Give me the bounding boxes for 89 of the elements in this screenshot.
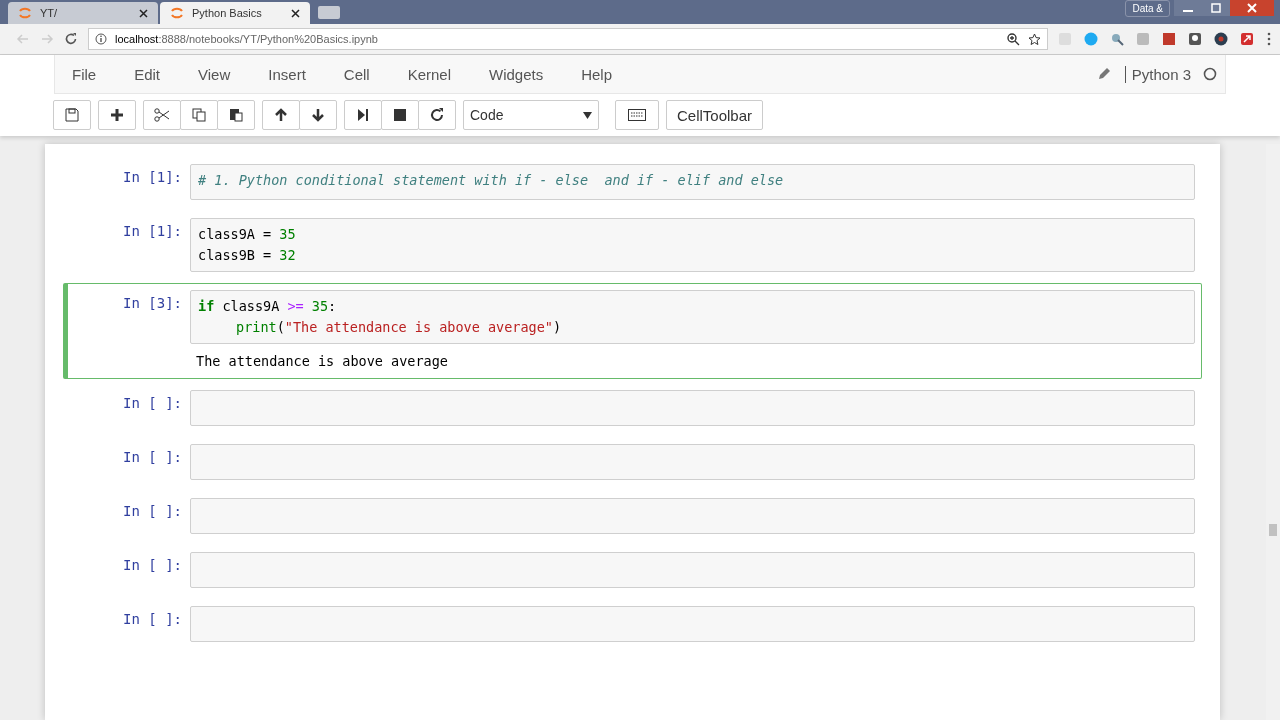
close-icon bbox=[1247, 3, 1257, 13]
code-line: class9B = 32 bbox=[198, 246, 297, 265]
keyboard-button[interactable] bbox=[615, 100, 659, 130]
restart-icon bbox=[430, 108, 444, 122]
maximize-icon bbox=[1211, 3, 1221, 13]
extension-icon[interactable] bbox=[1188, 32, 1202, 46]
code-input[interactable] bbox=[190, 552, 1195, 588]
cut-button[interactable] bbox=[143, 100, 181, 130]
kernel-name: Python 3 bbox=[1124, 65, 1191, 83]
code-input[interactable]: # 1. Python conditional statement with if - else and if - elif and else bbox=[190, 164, 1195, 200]
menu-icon[interactable] bbox=[1266, 32, 1272, 46]
browser-tab[interactable]: YT/ bbox=[8, 2, 158, 24]
stop-icon bbox=[393, 108, 407, 122]
move-down-button[interactable] bbox=[299, 100, 337, 130]
selected-cell[interactable]: In [3]: if class9A >= 35: print("The attendance is above average") The attendance is above average bbox=[63, 283, 1202, 379]
extension-icon[interactable] bbox=[1162, 32, 1176, 46]
zoom-icon[interactable] bbox=[1007, 32, 1020, 46]
notebook-cell[interactable]: In [ ]: bbox=[63, 383, 1202, 433]
step-forward-icon bbox=[356, 108, 370, 122]
arrow-down-icon bbox=[311, 108, 325, 122]
jupyter-icon bbox=[18, 6, 32, 20]
menu-item[interactable]: Insert bbox=[268, 65, 306, 83]
notebook-cell[interactable]: In [ ]: bbox=[63, 437, 1202, 487]
code-line: # 1. Python conditional statement with if - else and if - elif and else bbox=[198, 171, 785, 190]
code-input[interactable]: class9A = 35 class9B = 32 bbox=[190, 218, 1195, 272]
scissors-icon bbox=[154, 108, 170, 122]
keyboard-icon bbox=[628, 109, 646, 121]
input-prompt: In [ ]: bbox=[122, 556, 183, 573]
browser-tab[interactable]: Python Basics bbox=[160, 2, 310, 24]
code-input[interactable] bbox=[190, 606, 1195, 642]
input-prompt: In [ ]: bbox=[122, 610, 183, 627]
profile-button[interactable]: Data & bbox=[1125, 0, 1170, 17]
input-prompt: In [ ]: bbox=[122, 448, 183, 465]
notebook-cell[interactable]: In [ ]: bbox=[63, 545, 1202, 595]
paste-icon bbox=[229, 108, 243, 122]
menu-item[interactable]: Help bbox=[581, 65, 613, 83]
code-line: class9A = 35 bbox=[198, 225, 297, 244]
save-icon bbox=[65, 108, 79, 122]
menu-item[interactable]: View bbox=[198, 65, 231, 83]
insert-cell-button[interactable] bbox=[98, 100, 136, 130]
plus-icon bbox=[110, 108, 124, 122]
copy-icon bbox=[192, 108, 206, 122]
move-up-button[interactable] bbox=[262, 100, 300, 130]
save-button[interactable] bbox=[53, 100, 91, 130]
menu-item[interactable]: File bbox=[72, 65, 97, 83]
code-input[interactable] bbox=[190, 498, 1195, 534]
close-button[interactable] bbox=[1230, 0, 1274, 16]
restart-button[interactable] bbox=[418, 100, 456, 130]
jupyter-icon bbox=[170, 6, 184, 20]
arrow-up-icon bbox=[274, 108, 288, 122]
notebook-cell[interactable]: In [1]: class9A = 35 class9B = 32 bbox=[63, 211, 1202, 279]
paste-button[interactable] bbox=[217, 100, 255, 130]
input-prompt: In [1]: bbox=[122, 168, 183, 185]
code-input[interactable]: if class9A >= 35: print("The attendance is above average") bbox=[190, 290, 1195, 344]
reload-icon[interactable] bbox=[64, 32, 78, 46]
kernel-status-icon bbox=[1203, 67, 1217, 81]
notebook-cell[interactable]: In [ ]: bbox=[63, 599, 1202, 649]
close-icon[interactable] bbox=[291, 8, 300, 18]
code-input[interactable] bbox=[190, 444, 1195, 480]
run-button[interactable] bbox=[344, 100, 382, 130]
notebook-cell[interactable]: In [1]: # 1. Python conditional statement with if - else and if - elif and else bbox=[63, 157, 1202, 207]
code-line: if class9A >= 35: bbox=[198, 297, 338, 316]
cell-output: The attendance is above average bbox=[196, 353, 448, 369]
star-icon[interactable] bbox=[1028, 32, 1041, 46]
input-prompt: In [ ]: bbox=[122, 502, 183, 519]
cell-type-dropdown[interactable]: Code bbox=[463, 100, 599, 130]
stop-button[interactable] bbox=[381, 100, 419, 130]
input-prompt: In [3]: bbox=[122, 294, 183, 311]
pencil-icon[interactable] bbox=[1096, 67, 1111, 81]
menu-item[interactable]: Widgets bbox=[489, 65, 544, 83]
extension-icon[interactable] bbox=[1214, 32, 1228, 46]
code-input[interactable] bbox=[190, 390, 1195, 426]
minimize-icon bbox=[1183, 10, 1193, 12]
code-line: print("The attendance is above average") bbox=[235, 318, 563, 337]
extension-icon[interactable] bbox=[1110, 32, 1124, 46]
extension-icon[interactable] bbox=[1240, 32, 1254, 46]
notebook-cell[interactable]: In [ ]: bbox=[63, 491, 1202, 541]
menu-item[interactable]: Edit bbox=[134, 65, 161, 83]
menu-item[interactable]: Cell bbox=[343, 65, 370, 83]
caret-icon bbox=[583, 111, 592, 119]
maximize-button[interactable] bbox=[1202, 0, 1230, 16]
close-icon[interactable] bbox=[139, 8, 148, 18]
input-prompt: In [1]: bbox=[122, 222, 183, 239]
input-prompt: In [ ]: bbox=[122, 394, 183, 411]
minimize-button[interactable] bbox=[1174, 0, 1202, 16]
menu-item[interactable]: Kernel bbox=[407, 65, 451, 83]
celltoolbar-button[interactable]: CellToolbar bbox=[666, 100, 764, 130]
info-icon bbox=[95, 33, 107, 45]
address-field[interactable]: localhost:8888/notebooks/YT/Python%20Basics.ipynb bbox=[88, 28, 1048, 50]
